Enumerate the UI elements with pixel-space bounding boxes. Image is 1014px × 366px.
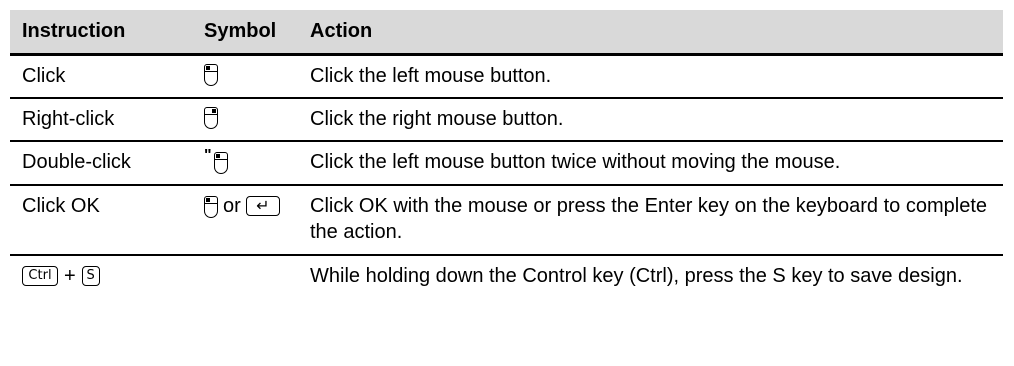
mouse-left-icon: [204, 195, 218, 218]
instruction-cell: Click: [22, 65, 66, 87]
mouse-left-icon: [204, 64, 218, 86]
instruction-cell: Right-click: [22, 108, 115, 130]
plus-sign: +: [64, 265, 76, 287]
s-key-icon: S: [81, 266, 100, 286]
instruction-cell: Click OK: [22, 195, 100, 217]
table-row: Click Click the left mouse button.: [10, 56, 1003, 99]
header-instruction: Instruction: [22, 20, 126, 42]
ctrl-key-icon: Ctrl: [22, 266, 58, 286]
header-action: Action: [310, 20, 373, 42]
instruction-cell: Double-click: [22, 151, 131, 173]
table-row: Ctrl + S While holding down the Control …: [10, 256, 1003, 298]
mouse-right-icon: [204, 107, 218, 129]
table-row: Right-click Click the right mouse button…: [10, 99, 1003, 142]
enter-key-icon: ↵: [245, 196, 280, 216]
double-click-mark: ": [204, 147, 212, 164]
symbol-cell: [192, 99, 300, 137]
conventions-table: Instruction Symbol Action Click Click th…: [10, 10, 1003, 298]
symbol-cell: [192, 56, 300, 94]
header-symbol: Symbol: [204, 20, 277, 42]
symbol-or-text: or: [223, 195, 241, 217]
instruction-cell: Ctrl + S: [10, 256, 300, 298]
action-cell: Click the left mouse button.: [310, 65, 552, 87]
action-cell: While holding down the Control key (Ctrl…: [310, 265, 963, 287]
action-cell: Click the left mouse button twice withou…: [310, 151, 841, 173]
table-header: Instruction Symbol Action: [10, 10, 1003, 56]
table-row: Click OK or ↵ Click OK with the mouse or…: [10, 186, 1003, 256]
mouse-double-click-icon: [213, 151, 228, 174]
symbol-cell: or ↵: [192, 186, 300, 228]
table-row: Double-click " Click the left mouse butt…: [10, 142, 1003, 186]
symbol-cell: ": [192, 142, 300, 184]
action-cell: Click OK with the mouse or press the Ent…: [310, 195, 987, 243]
action-cell: Click the right mouse button.: [310, 108, 564, 130]
